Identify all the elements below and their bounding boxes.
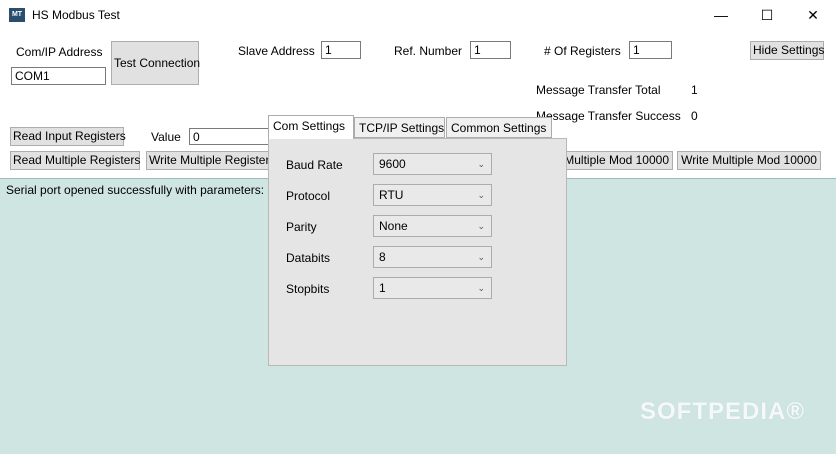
softpedia-watermark: SOFTPEDIA® xyxy=(640,398,806,425)
com-ip-label: Com/IP Address xyxy=(16,45,103,59)
minimize-button[interactable]: — xyxy=(698,0,744,30)
message-success-label: Message Transfer Success xyxy=(536,109,681,123)
baud-rate-value: 9600 xyxy=(379,157,406,171)
tab-common-settings[interactable]: Common Settings xyxy=(446,117,552,138)
window-title: HS Modbus Test xyxy=(32,8,120,22)
slave-address-label: Slave Address xyxy=(238,44,315,58)
protocol-select[interactable]: RTU ⌄ xyxy=(373,184,492,206)
baud-rate-label: Baud Rate xyxy=(286,158,343,172)
registers-label: # Of Registers xyxy=(544,44,621,58)
hide-settings-button[interactable]: Hide Settings xyxy=(750,41,824,60)
tab-tcpip-settings[interactable]: TCP/IP Settings xyxy=(354,117,445,138)
chevron-down-icon: ⌄ xyxy=(477,283,485,293)
com-ip-input[interactable]: COM1 xyxy=(11,67,106,85)
maximize-button[interactable]: ☐ xyxy=(744,0,790,30)
value-label: Value xyxy=(151,130,181,144)
parity-select[interactable]: None ⌄ xyxy=(373,215,492,237)
stopbits-select[interactable]: 1 ⌄ xyxy=(373,277,492,299)
chevron-down-icon: ⌄ xyxy=(477,159,485,169)
databits-label: Databits xyxy=(286,251,331,265)
chevron-down-icon: ⌄ xyxy=(477,252,485,262)
protocol-label: Protocol xyxy=(286,189,331,203)
ref-number-input[interactable]: 1 xyxy=(470,41,511,59)
protocol-value: RTU xyxy=(379,188,404,202)
chevron-down-icon: ⌄ xyxy=(477,190,485,200)
read-multiple-mod-button[interactable]: Multiple Mod 10000 xyxy=(560,151,673,170)
tab-com-settings[interactable]: Com Settings xyxy=(268,115,354,139)
message-total-value: 1 xyxy=(691,83,698,97)
stopbits-value: 1 xyxy=(379,281,386,295)
stopbits-label: Stopbits xyxy=(286,282,330,296)
test-connection-button[interactable]: Test Connection xyxy=(111,41,200,85)
databits-select[interactable]: 8 ⌄ xyxy=(373,246,492,268)
log-text: Serial port opened successfully with par… xyxy=(6,183,277,197)
read-multiple-registers-button[interactable]: Read Multiple Registers xyxy=(10,151,140,170)
databits-value: 8 xyxy=(379,250,386,264)
parity-value: None xyxy=(379,219,408,233)
chevron-down-icon: ⌄ xyxy=(477,221,485,231)
value-input[interactable]: 0 xyxy=(189,128,273,145)
write-multiple-mod-button[interactable]: Write Multiple Mod 10000 xyxy=(677,151,821,170)
app-icon: MT xyxy=(9,8,25,22)
read-input-registers-button[interactable]: Read Input Registers xyxy=(10,127,126,146)
parity-label: Parity xyxy=(286,220,317,234)
ref-number-label: Ref. Number xyxy=(394,44,463,58)
baud-rate-select[interactable]: 9600 ⌄ xyxy=(373,153,492,175)
close-button[interactable]: ✕ xyxy=(790,0,836,30)
message-success-value: 0 xyxy=(691,109,698,123)
write-multiple-registers-button[interactable]: Write Multiple Registers xyxy=(146,151,275,170)
message-total-label: Message Transfer Total xyxy=(536,83,661,97)
slave-address-input[interactable]: 1 xyxy=(321,41,361,59)
registers-input[interactable]: 1 xyxy=(629,41,672,59)
